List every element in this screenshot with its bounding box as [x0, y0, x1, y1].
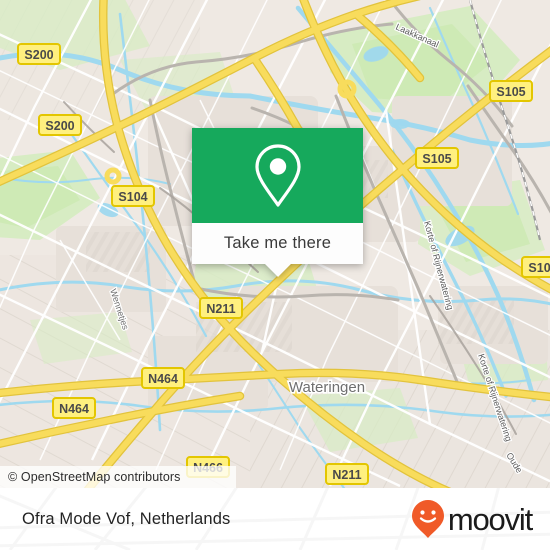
road-shield: S200 [17, 43, 61, 65]
road-shield: N464 [141, 367, 185, 389]
take-me-there-callout[interactable]: Take me there [192, 128, 363, 277]
svg-text:N464: N464 [59, 402, 89, 416]
moovit-pin-smiley-icon [411, 500, 444, 538]
road-shield: N464 [52, 397, 96, 419]
svg-text:S200: S200 [24, 48, 53, 62]
place-title: Ofra Mode Vof, Netherlands [22, 509, 231, 528]
map-canvas[interactable]: Wateringen Wennetjes Laakkanaal Korte of… [0, 0, 550, 488]
callout-pointer [264, 264, 291, 277]
osm-attribution-text: © OpenStreetMap contributors [8, 470, 181, 484]
map-pin-icon [254, 143, 301, 207]
callout-icon-panel [192, 128, 363, 223]
moovit-map-screenshot: Wateringen Wennetjes Laakkanaal Korte of… [0, 0, 550, 550]
road-shield: S105 [489, 80, 533, 102]
road-shield: S105 [415, 147, 459, 169]
svg-text:N211: N211 [206, 302, 235, 316]
moovit-wordmark: moovit [447, 501, 533, 537]
road-shield: S104 [111, 185, 155, 207]
moovit-brand[interactable]: moovit [411, 499, 533, 539]
svg-text:N464: N464 [148, 372, 178, 386]
svg-text:N211: N211 [332, 468, 361, 482]
footer-bar: Ofra Mode Vof, Netherlands moovit [0, 488, 550, 550]
road-shield: N211 [325, 463, 369, 485]
svg-text:S105: S105 [528, 261, 550, 275]
road-shield: S105 [521, 256, 550, 278]
svg-text:S104: S104 [118, 190, 147, 204]
road-shield: N211 [199, 297, 243, 319]
osm-attribution[interactable]: © OpenStreetMap contributors [0, 466, 236, 488]
map-label: Wateringen [289, 379, 365, 396]
svg-text:S105: S105 [422, 152, 451, 166]
callout-action-panel[interactable]: Take me there [192, 223, 363, 277]
road-shield: S200 [38, 114, 82, 136]
svg-text:S200: S200 [45, 119, 74, 133]
take-me-there-label: Take me there [223, 234, 332, 252]
svg-text:S105: S105 [496, 85, 525, 99]
